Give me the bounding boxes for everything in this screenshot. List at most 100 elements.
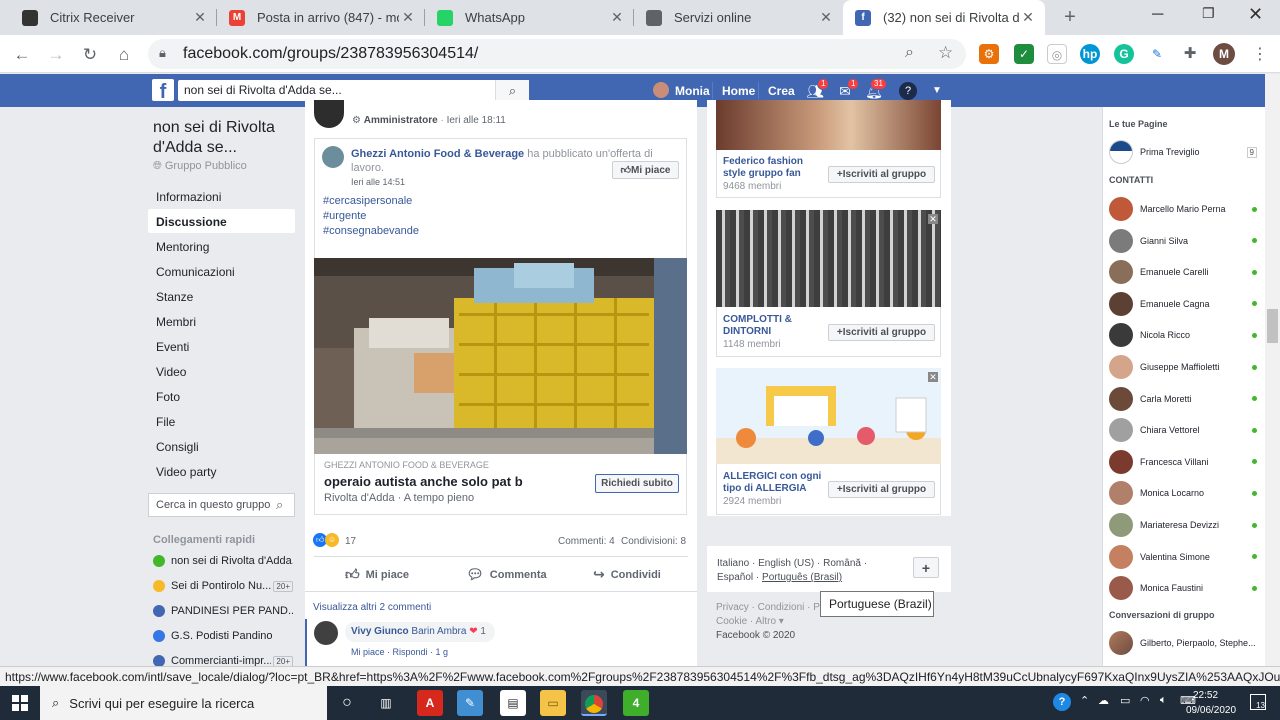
group-cover-image[interactable] [716, 210, 941, 307]
join-group-button[interactable]: + Iscriviti al gruppo [828, 166, 935, 183]
shared-author-avatar[interactable] [322, 146, 344, 168]
url-text[interactable]: facebook.com/groups/238783956304514/ [183, 45, 478, 63]
extension-check-icon[interactable]: ✓ [1014, 44, 1034, 64]
wifi-icon[interactable]: ◠ [1140, 694, 1150, 707]
reaction-icons[interactable]: 👍︎ ☺ [313, 533, 341, 547]
group-search-input[interactable]: Cerca in questo gruppo [148, 493, 295, 517]
lock-icon[interactable]: 🔒︎ [159, 45, 166, 61]
footer-line[interactable]: Cookie · Altro ▾ [716, 615, 820, 629]
taskbar-search-input[interactable]: ⌕ Scrivi qui per eseguire la ricerca [40, 686, 327, 720]
footer-links[interactable]: Privacy · Condizioni · P Cookie · Altro … [716, 601, 820, 643]
extension-grammarly-icon[interactable]: G [1114, 44, 1134, 64]
group-nav-item[interactable]: Membri [148, 309, 295, 333]
cloud-icon[interactable]: ☁ [1098, 694, 1109, 707]
maximize-button[interactable]: ❐ [1202, 5, 1215, 22]
more-comments-link[interactable]: Visualizza altri 2 commenti [313, 602, 431, 613]
file-explorer-icon[interactable]: ▭ [540, 690, 566, 716]
tab-close-icon[interactable]: ✕ [608, 9, 626, 26]
fb-user-link[interactable]: Monia [675, 84, 710, 98]
file-icon[interactable]: ▤ [500, 690, 526, 716]
tab-close-icon[interactable]: ✕ [399, 9, 417, 26]
contact-item[interactable]: Chiara Vettorel [1109, 417, 1257, 443]
hashtag-link[interactable]: #urgente [323, 210, 366, 222]
reaction-count[interactable]: 17 [345, 536, 356, 547]
contact-item[interactable]: Monica Locarno [1109, 480, 1257, 506]
close-window-button[interactable]: ✕ [1248, 4, 1263, 25]
battery-icon[interactable]: ▭ [1120, 694, 1130, 707]
user-avatar[interactable] [653, 82, 669, 98]
task-view-icon[interactable]: ▥ [373, 690, 399, 716]
bookmark-star-icon[interactable]: ☆ [938, 43, 953, 63]
shared-author-link[interactable]: Ghezzi Antonio Food & Beverage [351, 148, 524, 160]
footer-line[interactable]: Privacy · Condizioni · P [716, 601, 820, 615]
back-icon[interactable]: ← [11, 44, 33, 66]
app-four-icon[interactable]: 4 [623, 690, 649, 716]
account-menu-icon[interactable]: ▼ [928, 82, 946, 100]
contact-item[interactable]: Francesca Villani [1109, 449, 1257, 475]
comment-author-avatar[interactable] [314, 621, 338, 645]
suggested-group-name[interactable]: ALLERGICI con ogni tipo di ALLERGIA [723, 471, 823, 495]
fb-search-icon[interactable]: ⌕ [495, 80, 529, 101]
help-icon[interactable]: ? [1053, 693, 1071, 711]
group-nav-item[interactable]: Video [148, 359, 295, 383]
contact-item[interactable]: Monica Faustini [1109, 575, 1257, 601]
contact-item[interactable]: Emanuele Carelli [1109, 259, 1257, 285]
cortana-icon[interactable]: ○ [334, 690, 360, 716]
acrobat-icon[interactable]: A [417, 690, 443, 716]
join-group-button[interactable]: + Iscriviti al gruppo [828, 481, 935, 498]
quick-link-item[interactable]: non sei di Rivolta d'Adda... [153, 552, 293, 570]
fb-home-link[interactable]: Home [722, 84, 755, 98]
comments-count[interactable]: Commenti: 4 [558, 536, 615, 547]
clock-time[interactable]: 22:52 [1193, 690, 1218, 701]
add-language-button[interactable]: + [913, 557, 939, 578]
browser-tab[interactable]: WhatsApp ✕ [425, 0, 634, 35]
group-nav-item[interactable]: Video party [148, 459, 295, 483]
browser-tab[interactable]: Citrix Receiver ✕ [10, 0, 217, 35]
comment-text[interactable]: Barin Ambra [411, 626, 466, 637]
contact-item[interactable]: Marcello Mario Perna [1109, 196, 1257, 222]
group-nav-item[interactable]: Mentoring [148, 234, 295, 258]
group-nav-item[interactable]: Informazioni [148, 184, 295, 208]
group-title[interactable]: non sei di Rivolta d'Adda se... [153, 118, 293, 158]
fb-create-link[interactable]: Crea [768, 84, 795, 98]
extension-headset-icon[interactable]: ◎ [1047, 44, 1067, 64]
forward-icon[interactable]: → [45, 44, 67, 66]
chrome-icon[interactable] [581, 690, 607, 716]
apply-button[interactable]: Richiedi subito [595, 474, 679, 493]
quick-link-item[interactable]: Sei di Pontirolo Nu... 20+ [153, 577, 293, 595]
comment-author-link[interactable]: Vivy Giunco [351, 626, 409, 637]
contact-item[interactable]: Valentina Simone [1109, 544, 1257, 570]
hashtag-link[interactable]: #consegnabevande [323, 225, 419, 237]
tab-close-icon[interactable]: ✕ [1019, 9, 1037, 26]
notification-center-icon[interactable]: 13 [1250, 694, 1266, 710]
quick-link-item[interactable]: G.S. Podisti Pandino [153, 627, 293, 645]
join-group-button[interactable]: + Iscriviti al gruppo [828, 324, 935, 341]
extensions-puzzle-icon[interactable]: ✚ [1180, 44, 1200, 64]
zoom-icon[interactable]: ⌕ [905, 44, 914, 62]
like-action-button[interactable]: 👍︎ Mi piace [345, 566, 409, 583]
suggested-group-name[interactable]: COMPLOTTI & DINTORNI [723, 314, 813, 338]
browser-tab[interactable]: M Posta in arrivo (847) - moni ✕ [217, 0, 425, 35]
contact-item[interactable]: Carla Moretti [1109, 386, 1257, 412]
job-photo[interactable] [314, 258, 687, 454]
hashtag-link[interactable]: #cercasipersonale [323, 195, 412, 207]
volume-icon[interactable]: 🔈︎ [1160, 694, 1167, 707]
contact-item[interactable]: Gianni Silva [1109, 228, 1257, 254]
quick-link-item[interactable]: PANDINESI PER PAND... [153, 602, 293, 620]
contact-item[interactable]: Emanuele Cagna [1109, 291, 1257, 317]
home-icon[interactable]: ⌂ [113, 44, 135, 66]
group-conversation-item[interactable]: Gilberto, Pierpaolo, Stephe... [1109, 630, 1257, 656]
shares-count[interactable]: Condivisioni: 8 [621, 536, 686, 547]
group-nav-item[interactable]: Eventi [148, 334, 295, 358]
browser-tab[interactable]: f (32) non sei di Rivolta d'Add✕ [843, 0, 1045, 35]
tab-close-icon[interactable]: ✕ [191, 9, 209, 26]
language-list[interactable]: Italiano · English (US) · Română · [717, 558, 867, 569]
post-time[interactable]: Ieri alle 18:11 [447, 115, 506, 126]
comment-actions[interactable]: Mi piace · Rispondi · 1 g [351, 647, 448, 657]
windows-start-icon[interactable] [12, 695, 28, 711]
tab-close-icon[interactable]: ✕ [817, 9, 835, 26]
suggested-group-name[interactable]: Federico fashion style gruppo fan [723, 156, 823, 180]
new-tab-button[interactable]: + [1060, 6, 1080, 29]
comment-action-button[interactable]: 💬︎ Commenta [466, 566, 547, 583]
paint-icon[interactable]: ✎ [457, 690, 483, 716]
